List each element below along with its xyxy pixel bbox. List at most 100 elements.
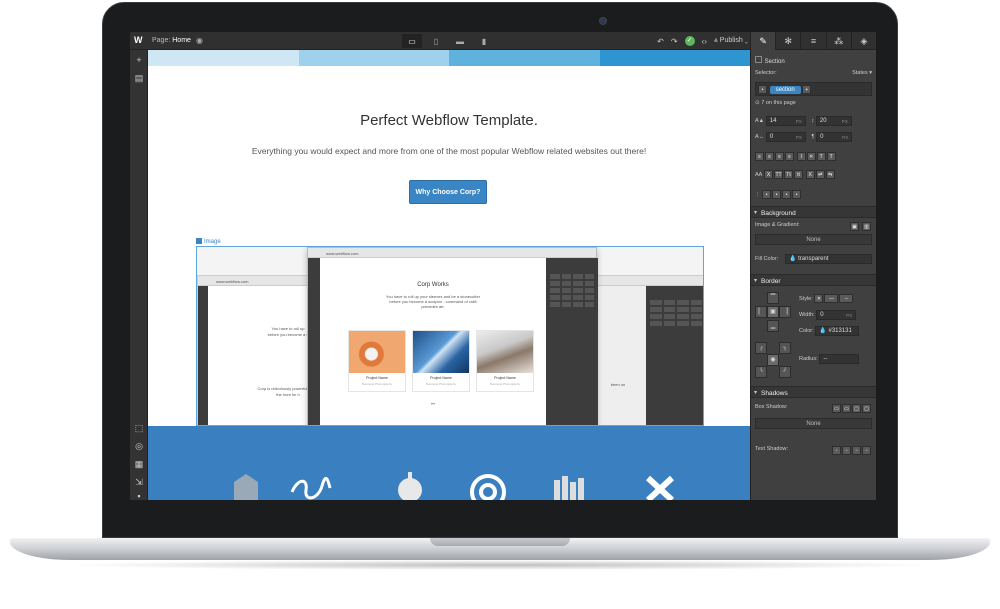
selector-chip[interactable]: section [769,86,801,94]
border-top-icon[interactable]: ▔ [767,292,779,304]
decoration-none-icon[interactable]: X [805,170,815,179]
publish-button[interactable]: ⩓ Publish ⌄ [714,37,748,45]
text-type-alt-icon[interactable]: T [826,152,836,161]
radius-value: -- [823,356,828,362]
preview-eye-icon[interactable]: ◉ [196,36,206,45]
selector-field[interactable]: • section + [755,82,872,96]
background-section-header[interactable]: Background [751,206,876,218]
image-element-icon [196,238,202,244]
border-dashed-icon[interactable]: -- [839,294,854,303]
nested-left-url: www.webflow.com [216,279,249,284]
add-class-icon[interactable]: + [802,85,812,94]
radius-tl-icon[interactable]: ╭ [755,342,767,354]
fill-color-label: Fill Color: [755,256,779,262]
radius-all-icon[interactable]: ◉ [767,354,779,366]
border-color-input[interactable]: 💧 #313131 [815,326,860,336]
border-bottom-icon[interactable]: ▁ [767,320,779,332]
letter-spacing-input[interactable]: 0 PX [765,132,806,142]
fill-color-input[interactable]: 💧 transparent [785,254,872,264]
font-size-unit: PX [795,119,802,124]
direction-ltr-icon[interactable]: ⇄ [815,170,825,179]
add-element-icon[interactable]: + [133,54,145,66]
border-all-icon[interactable]: ▣ [767,306,779,318]
design-canvas[interactable]: Perfect Webflow Template. Everything you… [148,50,750,500]
radius-bl-icon[interactable]: ╰ [755,366,767,378]
nested-center-window: www.webflow.com Corp Works You have to r… [307,247,598,425]
border-left-icon[interactable]: ▏ [755,306,767,318]
font-size-input[interactable]: 14 PX [765,116,806,126]
settings-gear-icon[interactable]: ✻ [775,32,800,50]
grid-tool-icon[interactable]: ▦ [133,458,145,470]
clear-style-icon[interactable]: ✕ [806,152,816,161]
shadow-round-icon[interactable]: ▢ [852,404,861,413]
image-label-text: Image [204,239,221,245]
redo-icon[interactable]: ↷ [671,37,678,46]
nested-intro: You have to roll up your sleeves and be … [385,294,481,309]
navigator-icon[interactable]: ≡ [800,32,825,50]
code-icon[interactable]: ‹› [702,37,707,46]
text-shadow-4-icon[interactable]: ▫ [862,446,871,455]
text-shadow-2-icon[interactable]: ▫ [842,446,851,455]
assets-cube-icon[interactable]: ◈ [850,32,876,50]
shadow-inner-icon[interactable]: ▭ [842,404,851,413]
align-center-icon[interactable]: ≡ [765,152,774,161]
navigator-tool-icon[interactable]: ▪ [133,490,145,500]
box-shadow-field[interactable]: None [755,418,872,429]
webflow-logo[interactable]: W [134,35,143,45]
border-solid-icon[interactable]: — [824,294,839,303]
border-none-icon[interactable]: ✕ [814,294,824,303]
radius-br-icon[interactable]: ╯ [779,366,791,378]
states-dropdown[interactable]: States ▾ [852,70,872,76]
selector-tool-icon[interactable]: ⬚ [133,422,145,434]
tablet-view-icon[interactable]: ▯ [426,34,446,48]
lowercase-icon[interactable]: tt [794,170,804,179]
italic-icon[interactable]: I [796,152,806,161]
direction-rtl-icon[interactable]: ⇆ [825,170,835,179]
border-right-icon[interactable]: ▕ [779,306,791,318]
phone-landscape-view-icon[interactable]: ▬ [450,34,470,48]
pages-icon[interactable]: ▤ [133,72,145,84]
text-type-icon[interactable]: T [816,152,826,161]
shadows-section-header[interactable]: Shadows [751,386,876,398]
nested-center-lefttool [308,258,320,425]
uppercase-icon[interactable]: X [764,170,774,179]
page-selector[interactable]: Page: Home [152,37,191,44]
preview-tool-icon[interactable]: ◎ [133,440,145,452]
style-brush-icon[interactable]: ✎ [750,32,776,50]
line-height-input[interactable]: 20 PX [815,116,852,126]
designer-topbar: W Page: Home ◉ ▭ ▯ ▬ ▮ ↶ ↷ ✓ ‹› ⩓ Publis… [130,32,876,50]
add-image-icon[interactable]: ▣ [850,222,859,231]
add-gradient-icon[interactable]: ▥ [862,222,871,231]
stripe-4 [599,50,750,66]
align-justify-icon[interactable]: ≡ [785,152,794,161]
radius-tr-icon[interactable]: ╮ [779,342,791,354]
title-case-icon[interactable]: Tt [784,170,794,179]
list-style-3-icon[interactable]: • [782,190,792,199]
undo-icon[interactable]: ↶ [657,37,664,46]
shadow-add-icon[interactable]: ▢ [862,404,871,413]
text-shadow-1-icon[interactable]: ▫ [832,446,841,455]
list-style-2-icon[interactable]: • [772,190,782,199]
border-section-header[interactable]: Border [751,274,876,286]
why-choose-button[interactable]: Why Choose Corp? [409,180,487,204]
list-style-4-icon[interactable]: • [792,190,802,199]
phone-portrait-view-icon[interactable]: ▮ [474,34,494,48]
font-size-value: 14 [769,118,777,124]
image-gradient-field[interactable]: None [755,234,872,245]
nested-right-controls [650,300,702,326]
section-checkbox-icon[interactable] [755,56,762,63]
word-spacing-input[interactable]: 0 PX [816,132,853,142]
export-tool-icon[interactable]: ⇲ [133,476,145,488]
align-left-icon[interactable]: ≡ [755,152,764,161]
selected-image-element[interactable]: www.webflow.com You have to roll up befo… [196,246,704,426]
text-shadow-3-icon[interactable]: ▫ [852,446,861,455]
font-size-row: A▲ 14 PX ↕ 20 PX [755,116,872,126]
interactions-icon[interactable]: ⁂ [825,32,851,50]
shadow-outer-icon[interactable]: ▭ [832,404,841,413]
border-width-input[interactable]: 0 PX [816,310,857,320]
align-right-icon[interactable]: ≡ [775,152,784,161]
list-style-1-icon[interactable]: • [762,190,772,199]
radius-input[interactable]: -- [819,354,860,364]
desktop-view-icon[interactable]: ▭ [402,34,422,48]
capitalize-icon[interactable]: TT [774,170,784,179]
